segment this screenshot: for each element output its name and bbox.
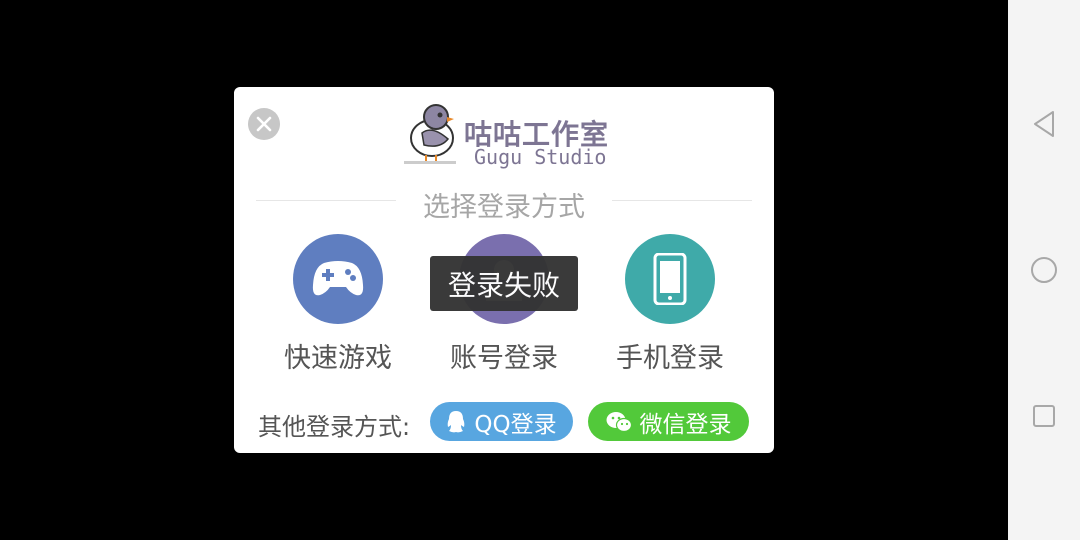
studio-logo: 咕咕工作室 Gugu Studio [400, 103, 610, 169]
phone-login-circle [625, 234, 715, 324]
recent-apps-button[interactable] [1028, 400, 1060, 432]
home-button[interactable] [1028, 254, 1060, 286]
pigeon-logo-icon [404, 104, 456, 164]
qq-icon [448, 410, 465, 432]
back-triangle-icon [1034, 111, 1054, 137]
account-login-label: 账号登录 [450, 343, 558, 374]
qq-login-label: QQ登录 [474, 411, 557, 438]
phone-icon [653, 253, 687, 305]
login-method-title: 选择登录方式 [423, 192, 585, 223]
close-icon [256, 116, 272, 132]
recent-square-icon [1033, 405, 1055, 427]
login-failed-toast: 登录失败 [430, 256, 578, 311]
wechat-login-button[interactable]: 微信登录 [588, 402, 749, 441]
close-button[interactable] [248, 108, 280, 140]
qq-login-button[interactable]: QQ登录 [430, 402, 573, 441]
login-dialog: 咕咕工作室 Gugu Studio 选择登录方式 快速游戏 账号登录 手机登录 … [234, 87, 774, 453]
home-circle-icon [1031, 257, 1057, 283]
gamepad-icon [312, 261, 364, 296]
logo-name-en: Gugu Studio [474, 145, 607, 169]
title-row: 选择登录方式 [256, 185, 752, 223]
back-button[interactable] [1028, 108, 1060, 140]
phone-login-label: 手机登录 [616, 343, 724, 374]
quick-play-label: 快速游戏 [284, 343, 392, 374]
system-nav-bar [1008, 0, 1080, 540]
wechat-icon [606, 411, 632, 432]
phone-login-button[interactable]: 手机登录 [590, 234, 750, 375]
quick-play-button[interactable]: 快速游戏 [258, 234, 418, 375]
other-login-label: 其他登录方式: [258, 413, 411, 441]
quick-play-circle [293, 234, 383, 324]
divider-right [612, 200, 752, 201]
wechat-login-label: 微信登录 [639, 411, 732, 438]
